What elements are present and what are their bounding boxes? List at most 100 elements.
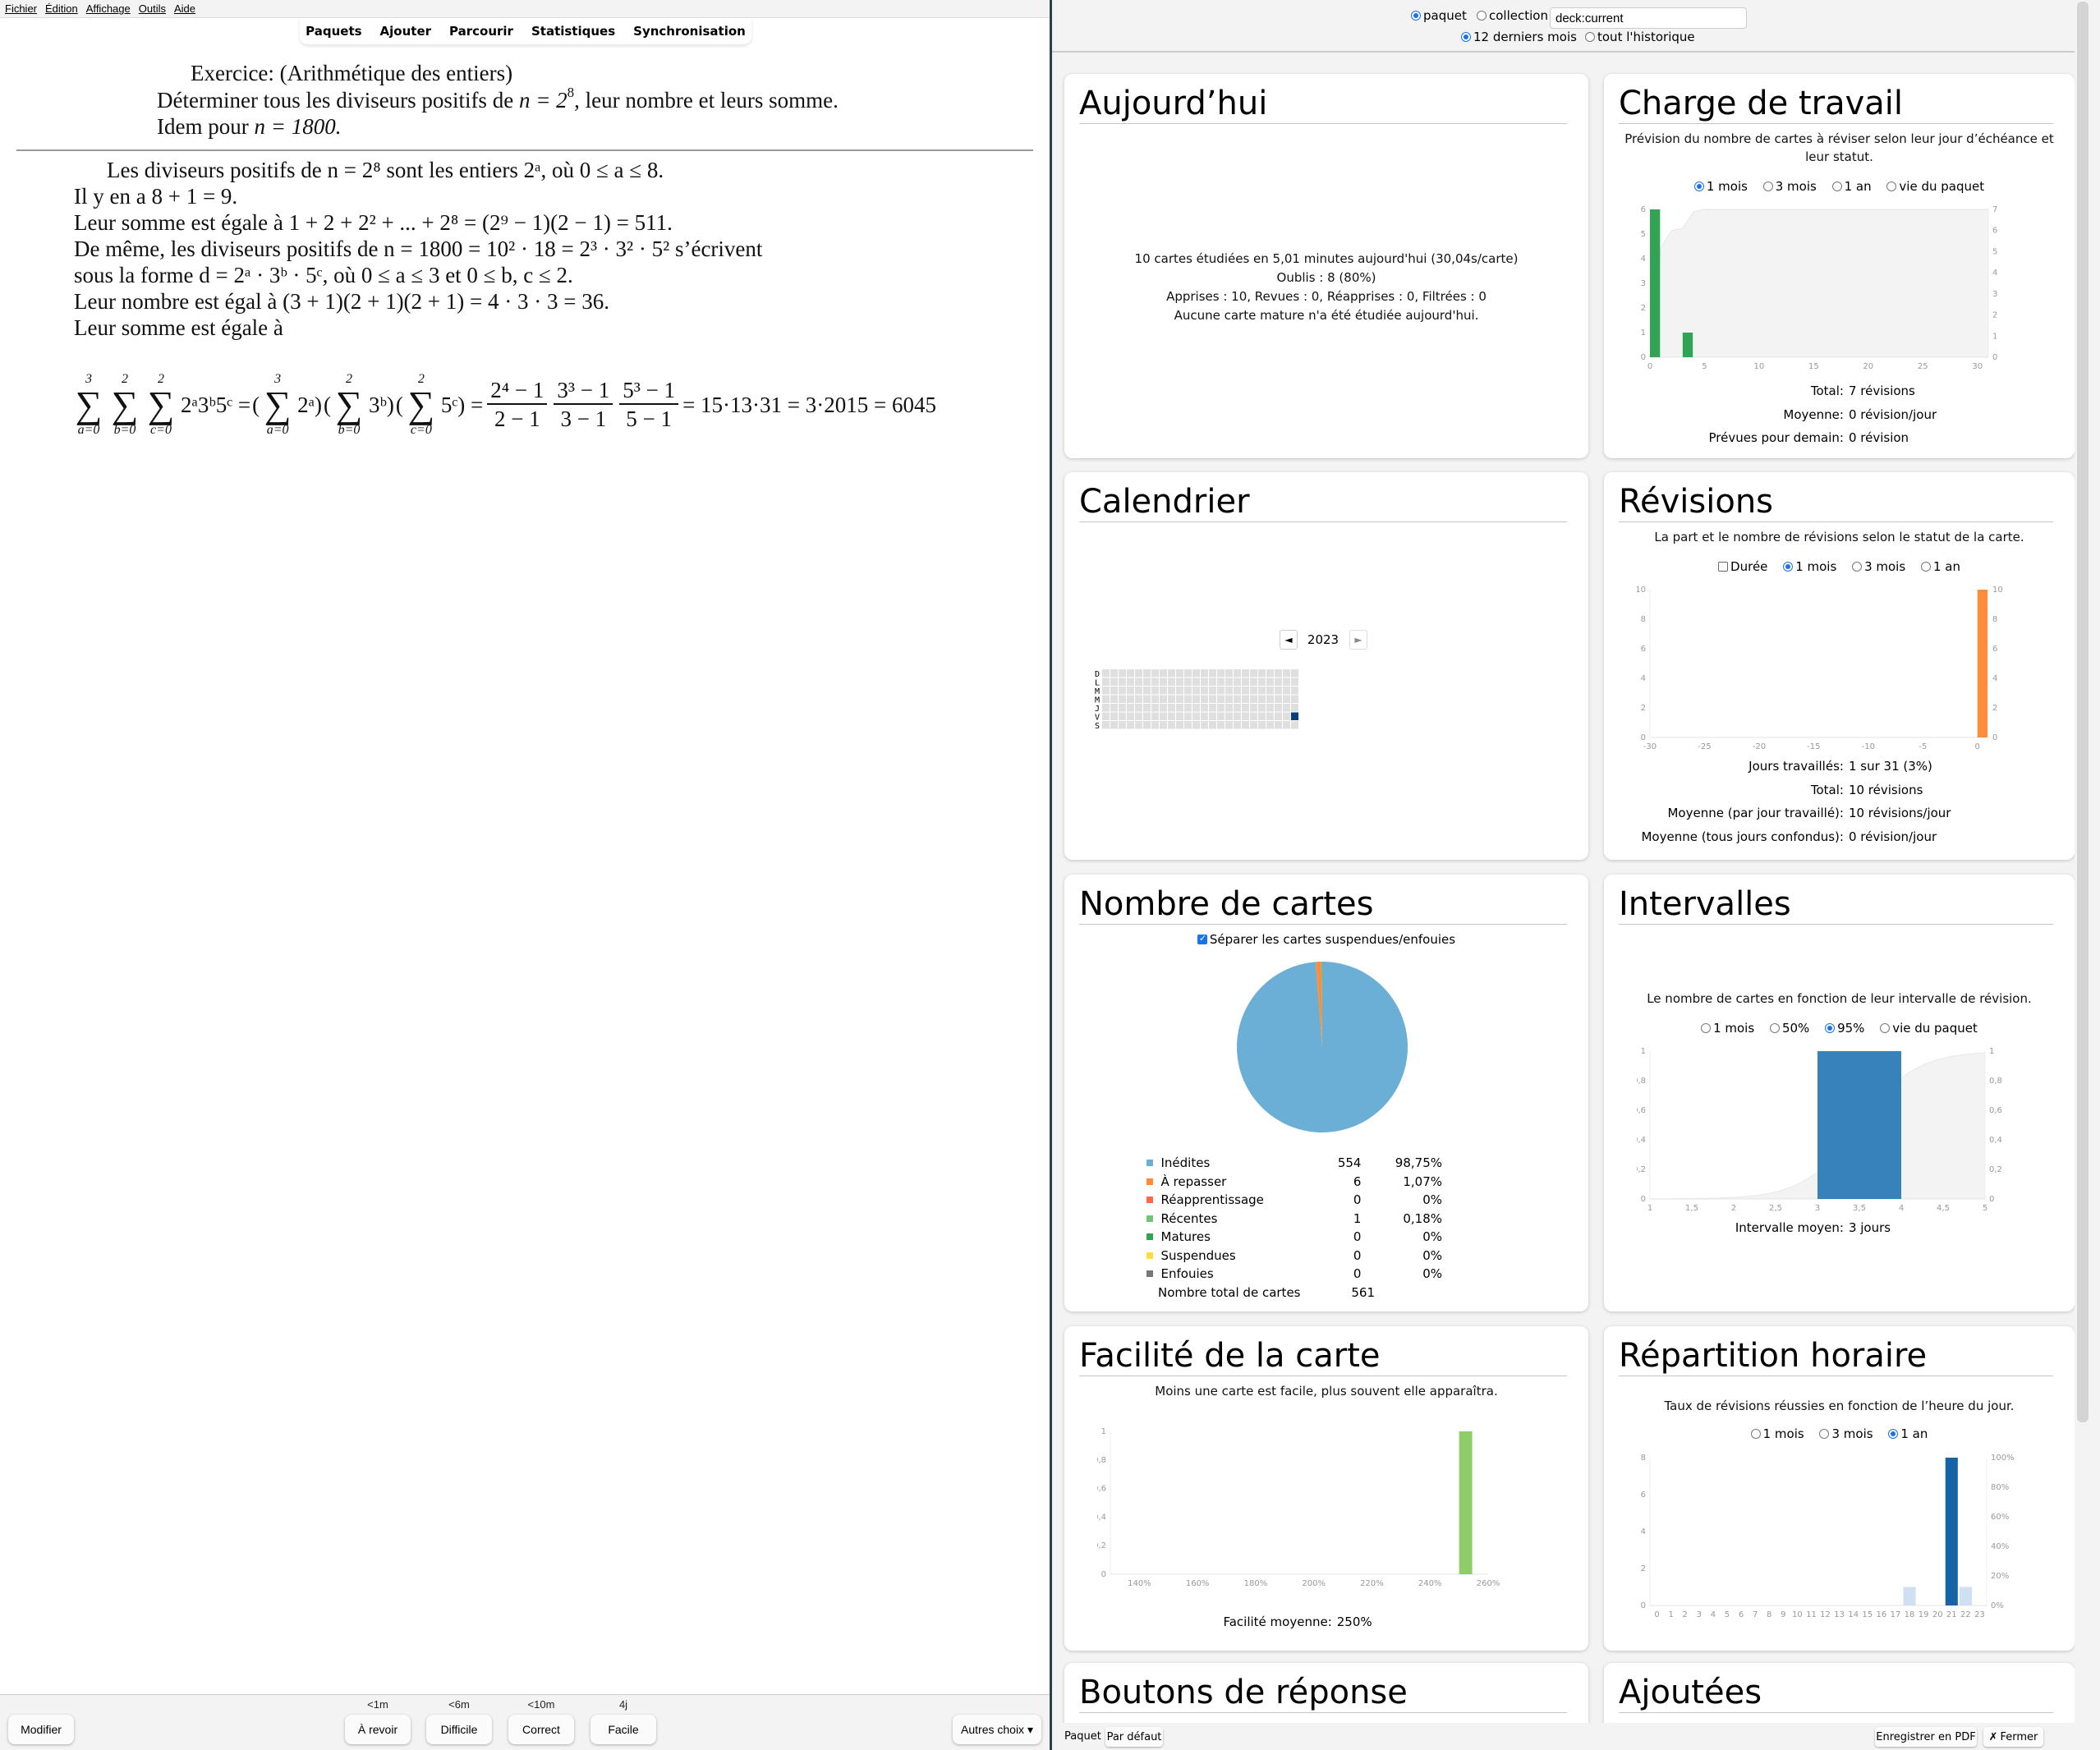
close-button[interactable]: ✗ Fermer	[1983, 1727, 2043, 1747]
next-year-button[interactable]: ►	[1349, 630, 1367, 650]
workload-option-1m[interactable]: 1 mois	[1693, 179, 1748, 194]
calendar-day	[1110, 712, 1118, 720]
calendar-day	[1275, 687, 1282, 695]
menu-outils[interactable]: Outils	[139, 2, 166, 15]
again-button[interactable]: À revoir	[345, 1715, 411, 1744]
question-text: Idem pour	[157, 114, 255, 139]
search-input[interactable]	[1550, 7, 1747, 29]
edit-button[interactable]: Modifier	[8, 1715, 74, 1744]
workload-option-1y[interactable]: 1 an	[1831, 179, 1872, 194]
y-tick-label: 0	[1641, 1601, 1646, 1610]
menu-aide[interactable]: Aide	[174, 2, 195, 15]
hourly-option-1m[interactable]: 1 mois	[1750, 1426, 1804, 1441]
sum-lower: a=0	[266, 423, 289, 437]
weekday-label: J	[1095, 705, 1100, 714]
scope-collection-radio[interactable]: collection	[1477, 8, 1548, 23]
panel-title: Répartition horaire	[1619, 1337, 1928, 1375]
radio-icon	[1825, 1023, 1836, 1033]
hard-button[interactable]: Difficile	[426, 1715, 492, 1744]
tab-synchronisation[interactable]: Synchronisation	[633, 24, 746, 39]
more-options-button[interactable]: Autres choix ▾	[953, 1715, 1041, 1744]
calendar-day	[1135, 721, 1142, 729]
today-line: Aucune carte mature n'a été étudiée aujo…	[1174, 308, 1479, 323]
hourly-option-1y[interactable]: 1 an	[1888, 1426, 1928, 1441]
legend-label: À repasser	[1160, 1174, 1227, 1189]
intervals-option-deck-life[interactable]: vie du paquet	[1880, 1021, 1978, 1036]
calendar-day	[1127, 704, 1134, 712]
intervals-option-1m[interactable]: 1 mois	[1701, 1021, 1754, 1036]
formula-term: 5ᶜ) =	[440, 393, 484, 417]
reviews-option-1y[interactable]: 1 an	[1920, 559, 1960, 574]
range-12-months-radio[interactable]: 12 derniers mois	[1461, 30, 1577, 44]
workload-option-3m[interactable]: 3 mois	[1762, 179, 1817, 194]
preset-button[interactable]: Par défaut	[1105, 1727, 1163, 1747]
calendar-day	[1291, 695, 1298, 703]
reviews-option-3m[interactable]: 3 mois	[1852, 559, 1905, 574]
calendar-day	[1119, 669, 1126, 677]
calendar-day	[1242, 677, 1249, 686]
reviews-option-1m[interactable]: 1 mois	[1783, 559, 1836, 574]
save-pdf-button[interactable]: Enregistrer en PDF	[1875, 1727, 1977, 1747]
tab-statistiques[interactable]: Statistiques	[531, 24, 615, 39]
fraction-denominator: 3 − 1	[560, 406, 607, 431]
calendar-day	[1184, 712, 1192, 720]
stat-value: 1 sur 31 (3%)	[1848, 759, 1932, 774]
menu-edition[interactable]: Édition	[45, 2, 78, 15]
x-tick-label: 15	[1862, 1610, 1873, 1619]
radio-icon	[1750, 1429, 1761, 1439]
formula-result: = 15·13·31 = 3·2015 = 6045	[682, 393, 936, 417]
x-tick-label: 180%	[1244, 1579, 1268, 1588]
weekday-label: M	[1095, 687, 1100, 696]
stat-value: 7 révisions	[1848, 384, 1915, 399]
calendar-day	[1102, 677, 1110, 686]
calendar-day	[1168, 712, 1175, 720]
calendar-day	[1258, 669, 1266, 677]
tab-ajouter[interactable]: Ajouter	[380, 24, 431, 39]
prev-year-button[interactable]: ◄	[1280, 630, 1298, 650]
legend-row: Matures 0 0%	[1146, 1228, 1442, 1247]
y2-tick-label: 4	[1992, 269, 1997, 278]
intervals-option-50[interactable]: 50%	[1769, 1021, 1809, 1036]
calendar-day	[1192, 721, 1200, 729]
tab-paquets[interactable]: Paquets	[306, 24, 361, 39]
today-line: 10 cartes étudiées en 5,01 minutes aujou…	[1134, 251, 1519, 266]
separate-suspended-checkbox[interactable]: Séparer les cartes suspendues/enfouies	[1197, 932, 1455, 947]
tab-parcourir[interactable]: Parcourir	[449, 24, 513, 39]
reviews-duration-checkbox[interactable]: Durée	[1718, 559, 1767, 574]
workload-option-deck-life[interactable]: vie du paquet	[1886, 179, 1984, 194]
x-tick-label: -5	[1918, 742, 1927, 750]
card-content: Exercice: (Arithmétique des entiers) Dét…	[0, 45, 1050, 1694]
x-tick-label: 3	[1697, 1610, 1702, 1619]
calendar-day	[1209, 669, 1216, 677]
again-interval: <1m	[367, 1698, 388, 1711]
calendar-day	[1225, 704, 1233, 712]
radio-icon	[1819, 1429, 1830, 1439]
x-tick-label: 19	[1918, 1610, 1929, 1619]
menu-affichage[interactable]: Affichage	[86, 2, 131, 15]
calendar-day	[1258, 695, 1266, 703]
scrollbar-thumb[interactable]	[2077, 2, 2089, 1422]
scope-deck-radio[interactable]: paquet	[1411, 8, 1467, 23]
panel-title: Intervalles	[1619, 885, 1791, 923]
hourly-option-3m[interactable]: 3 mois	[1819, 1426, 1873, 1441]
x-tick-label: 1,5	[1685, 1204, 1698, 1211]
easy-button[interactable]: Facile	[590, 1715, 656, 1744]
range-all-history-radio[interactable]: tout l'historique	[1585, 30, 1695, 44]
intervals-option-95[interactable]: 95%	[1825, 1021, 1864, 1036]
calendar-day	[1192, 687, 1200, 695]
x-tick-label: 260%	[1477, 1579, 1500, 1588]
answer-bar: Modifier <1m <6m <10m 4j À revoir Diffic…	[0, 1694, 1050, 1750]
title-divider	[1619, 123, 2053, 124]
calendar-day	[1168, 695, 1175, 703]
menu-fichier[interactable]: Fichier	[5, 2, 37, 15]
y2-tick-label: 0,4	[1989, 1136, 2002, 1145]
calendar-day	[1201, 712, 1208, 720]
question-line-2: Idem pour n = 1800.	[157, 113, 341, 140]
answer-line-4: De même, les diviseurs positifs de n = 1…	[74, 237, 763, 261]
good-button[interactable]: Correct	[508, 1715, 574, 1744]
y2-tick-label: 8	[1992, 615, 1997, 624]
sum-lower: c=0	[150, 423, 172, 437]
x-tick-label: 3,5	[1853, 1204, 1866, 1211]
title-divider	[1079, 924, 1567, 925]
legend-label: Enfouies	[1160, 1266, 1214, 1282]
